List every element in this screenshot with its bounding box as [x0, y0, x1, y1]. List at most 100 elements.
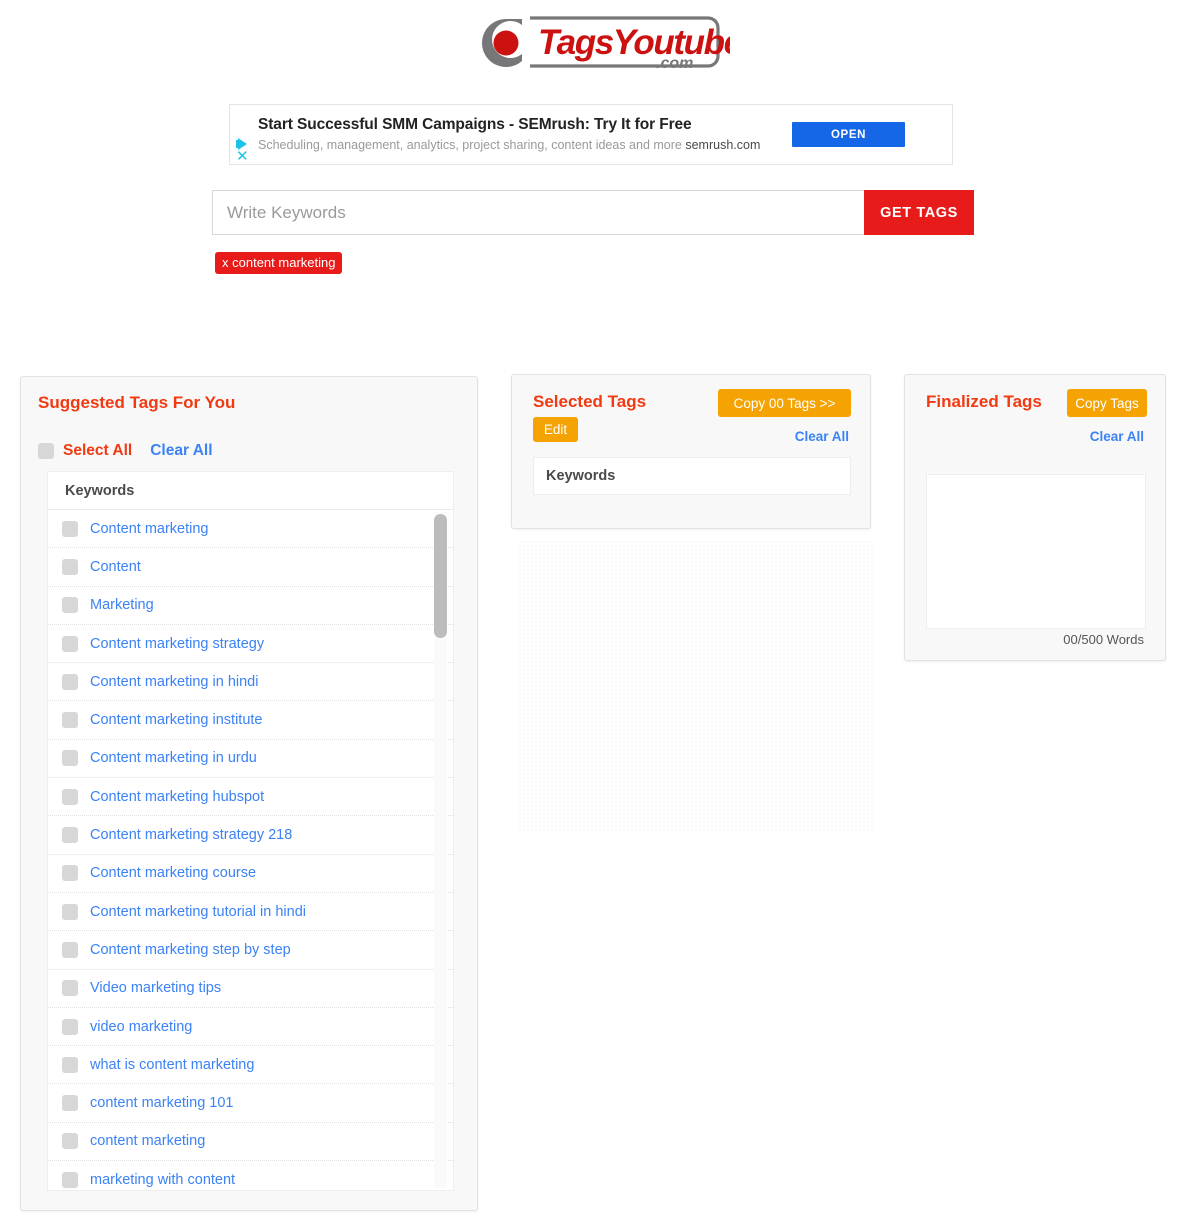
chip-remove-icon[interactable]: x	[222, 255, 229, 270]
keyword-label[interactable]: Content marketing institute	[90, 712, 262, 728]
ad-domain: semrush.com	[685, 138, 761, 153]
keyword-label[interactable]: content marketing 101	[90, 1095, 233, 1111]
copy-selected-tags-button[interactable]: Copy 00 Tags >>	[718, 389, 851, 417]
keyword-checkbox[interactable]	[62, 520, 78, 537]
keyword-row[interactable]: content marketing 101	[48, 1084, 453, 1123]
keywords-table: Keywords Content marketing Content Marketi…	[47, 471, 454, 1191]
search-input[interactable]	[212, 190, 864, 235]
select-all-checkbox[interactable]	[38, 443, 54, 459]
get-tags-button[interactable]: GET TAGS	[864, 190, 974, 235]
keyword-checkbox[interactable]	[62, 1018, 78, 1035]
adchoices-controls[interactable]: ✕	[230, 105, 256, 164]
selected-clear-all-link[interactable]: Clear All	[795, 429, 849, 444]
keyword-label[interactable]: marketing with content	[90, 1172, 235, 1188]
keyword-label[interactable]: Content marketing strategy	[90, 636, 264, 652]
keyword-checkbox[interactable]	[62, 673, 78, 690]
logo-graphic: TagsYoutube .com	[470, 12, 730, 74]
site-logo[interactable]: TagsYoutube .com	[0, 12, 1200, 74]
keyword-checkbox[interactable]	[62, 597, 78, 614]
keyword-label[interactable]: Video marketing tips	[90, 980, 221, 996]
keyword-label[interactable]: Content marketing in urdu	[90, 750, 257, 766]
keyword-label[interactable]: Marketing	[90, 597, 154, 613]
keyword-label[interactable]: Content marketing strategy 218	[90, 827, 292, 843]
keyword-checkbox[interactable]	[62, 635, 78, 652]
keyword-row[interactable]: Content marketing tutorial in hindi	[48, 892, 453, 932]
copy-finalized-tags-button[interactable]: Copy Tags	[1067, 389, 1147, 417]
keyword-label[interactable]: Content marketing hubspot	[90, 789, 264, 805]
keyword-label[interactable]: what is content marketing	[90, 1057, 254, 1073]
suggested-tags-title: Suggested Tags For You	[38, 393, 236, 412]
page-root: TagsYoutube .com ✕ Start Successful SMM …	[0, 0, 1200, 1227]
keywords-scroll-area[interactable]: Content marketing Content Marketing Content…	[48, 510, 453, 1190]
finalized-tags-panel: Finalized Tags Copy Tags Clear All 00/50…	[904, 374, 1166, 661]
finalized-clear-all-link[interactable]: Clear All	[1090, 429, 1144, 444]
keyword-checkbox[interactable]	[62, 712, 78, 729]
keyword-label[interactable]: Content marketing	[90, 521, 208, 537]
keyword-row[interactable]: Content marketing hubspot	[48, 778, 453, 817]
keyword-label[interactable]: Content marketing in hindi	[90, 674, 258, 690]
logo-svg: TagsYoutube .com	[482, 16, 730, 72]
clear-all-link[interactable]: Clear All	[150, 442, 212, 460]
selected-tags-panel: Selected Tags Copy 00 Tags >> Edit Clear…	[511, 374, 871, 529]
keyword-checkbox[interactable]	[62, 1095, 78, 1112]
selected-keywords-box: Keywords	[533, 457, 851, 495]
select-all-row: Select All Clear All	[38, 442, 213, 460]
keyword-row[interactable]: Content marketing institute	[48, 701, 453, 740]
keyword-checkbox[interactable]	[62, 827, 78, 844]
keyword-label[interactable]: video marketing	[90, 1019, 192, 1035]
keyword-checkbox[interactable]	[62, 750, 78, 767]
ad-title: Start Successful SMM Campaigns - SEMrush…	[258, 115, 692, 133]
keyword-row[interactable]: Content marketing step by step	[48, 931, 453, 970]
keyword-label[interactable]: Content marketing tutorial in hindi	[90, 904, 306, 920]
keyword-row[interactable]: Content marketing strategy	[48, 624, 453, 664]
svg-text:.com: .com	[656, 55, 693, 72]
keyword-label[interactable]: Content	[90, 559, 141, 575]
keywords-scrollbar-thumb[interactable]	[434, 514, 447, 638]
finalized-tags-title: Finalized Tags	[926, 392, 1042, 411]
advertisement-banner[interactable]: ✕ Start Successful SMM Campaigns - SEMru…	[229, 104, 953, 165]
keyword-row[interactable]: Content marketing	[48, 510, 453, 549]
keyword-label[interactable]: Content marketing course	[90, 865, 256, 881]
ad-text-block: Start Successful SMM Campaigns - SEMrush…	[256, 115, 792, 154]
keyword-checkbox[interactable]	[62, 558, 78, 575]
select-all-link[interactable]: Select All	[63, 442, 132, 460]
ad-open-button[interactable]: OPEN	[792, 122, 905, 147]
keyword-row[interactable]: Content	[48, 548, 453, 587]
keyword-row[interactable]: marketing with content	[48, 1161, 453, 1190]
svg-text:TagsYoutube: TagsYoutube	[538, 23, 730, 62]
chip-label: content marketing	[232, 255, 336, 270]
keyword-checkbox[interactable]	[62, 1171, 78, 1188]
keyword-checkbox[interactable]	[62, 1056, 78, 1073]
word-count-label: 00/500 Words	[1063, 632, 1144, 647]
keyword-row[interactable]: Content marketing strategy 218	[48, 816, 453, 855]
keyword-chip[interactable]: x content marketing	[215, 252, 343, 274]
edit-selected-tags-button[interactable]: Edit	[533, 417, 578, 442]
keyword-row[interactable]: Marketing	[48, 586, 453, 625]
keyword-label[interactable]: content marketing	[90, 1133, 205, 1149]
keywords-scrollbar[interactable]	[434, 512, 447, 1188]
keyword-row[interactable]: video marketing	[48, 1007, 453, 1047]
ad-description: Scheduling, management, analytics, proje…	[258, 137, 792, 154]
keyword-search-row: GET TAGS	[212, 190, 974, 235]
keyword-row[interactable]: Video marketing tips	[48, 969, 453, 1008]
keyword-label[interactable]: Content marketing step by step	[90, 942, 291, 958]
keyword-checkbox[interactable]	[62, 865, 78, 882]
empty-ad-slot	[518, 540, 873, 832]
ad-close-icon[interactable]: ✕	[236, 149, 249, 164]
suggested-tags-panel: Suggested Tags For You Select All Clear …	[20, 376, 478, 1211]
keyword-row[interactable]: Content marketing course	[48, 854, 453, 893]
keywords-table-header: Keywords	[48, 472, 453, 510]
keyword-checkbox[interactable]	[62, 1133, 78, 1150]
keyword-checkbox[interactable]	[62, 941, 78, 958]
selected-tags-title: Selected Tags	[533, 392, 647, 411]
keyword-row[interactable]: Content marketing in urdu	[48, 739, 453, 779]
keyword-checkbox[interactable]	[62, 980, 78, 997]
keyword-row[interactable]: Content marketing in hindi	[48, 663, 453, 702]
keyword-chip-list: x content marketing	[215, 252, 343, 274]
record-dot-icon	[493, 30, 519, 56]
keyword-checkbox[interactable]	[62, 903, 78, 920]
keyword-row[interactable]: what is content marketing	[48, 1046, 453, 1085]
keyword-checkbox[interactable]	[62, 788, 78, 805]
keyword-row[interactable]: content marketing	[48, 1122, 453, 1162]
finalized-tags-textarea[interactable]	[926, 474, 1146, 629]
